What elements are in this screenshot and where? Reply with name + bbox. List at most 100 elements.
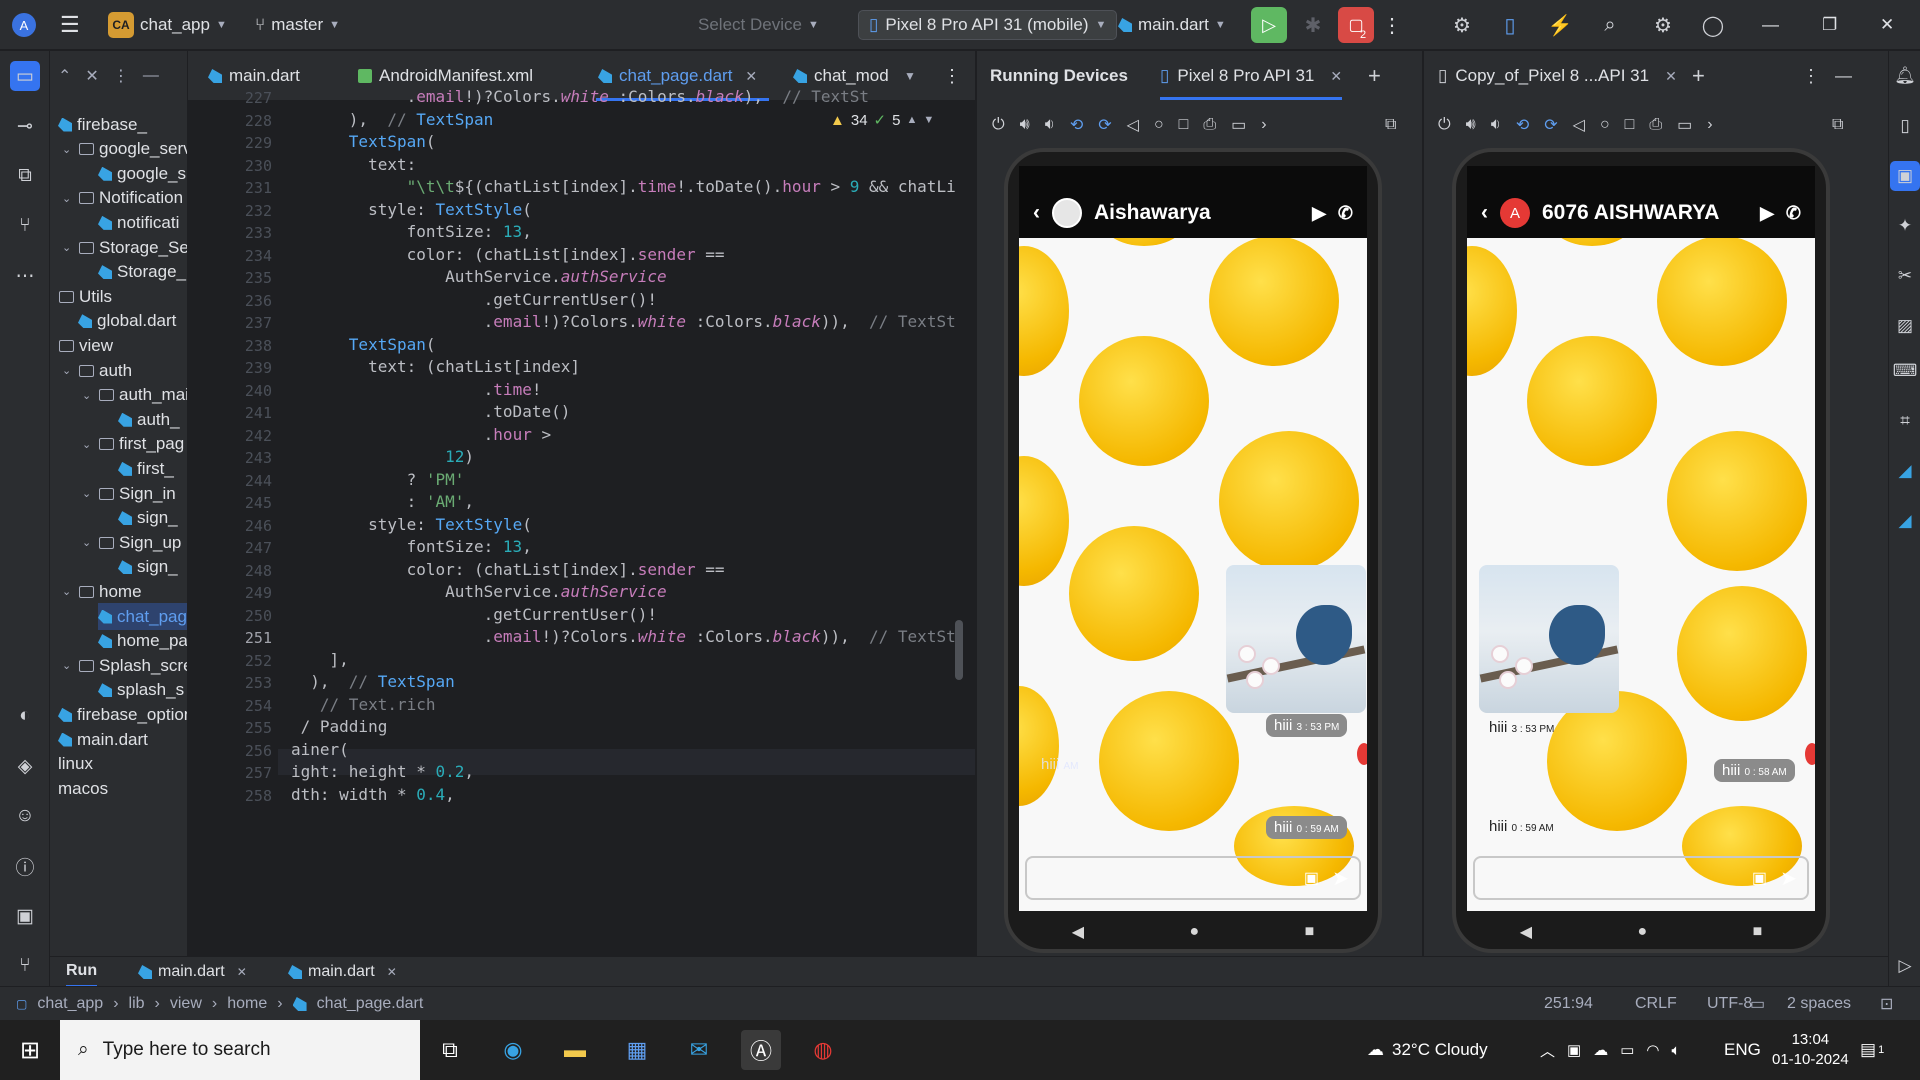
tree-item[interactable]: home_pa	[98, 628, 187, 655]
device-mirror-icon[interactable]: ⧉	[1832, 107, 1843, 143]
language-indicator[interactable]: ENG	[1724, 1020, 1761, 1080]
code-line[interactable]: .time!	[291, 380, 542, 399]
tree-item[interactable]: Storage_	[98, 259, 186, 286]
tree-item[interactable]: splash_s	[98, 677, 184, 704]
search-icon[interactable]: ⌕	[1595, 0, 1625, 50]
tree-item[interactable]: macos	[58, 775, 108, 802]
power-icon[interactable]: ⏻	[992, 116, 1005, 134]
code-line[interactable]: TextSpan(	[291, 335, 436, 354]
volume-up-icon[interactable]: 🔊︎	[1466, 116, 1476, 134]
back-icon[interactable]: ◁	[1573, 115, 1585, 135]
more-icon[interactable]: ›	[1261, 116, 1266, 134]
code-line[interactable]: style: TextStyle(	[291, 515, 532, 534]
code-line[interactable]: ight: height * 0.2,	[291, 762, 474, 781]
editor-scrollbar[interactable]	[955, 620, 963, 680]
gradle-icon[interactable]: ◈	[10, 751, 40, 781]
code-line[interactable]: AuthService.authService	[291, 267, 667, 286]
tree-item[interactable]: ⌄ Sign_in	[82, 480, 176, 507]
tree-item[interactable]: ⌄ google_serv	[62, 136, 187, 163]
breadcrumb-item[interactable]: chat_page.dart	[317, 995, 424, 1013]
code-line[interactable]: text: (chatList[index]	[291, 357, 580, 376]
tree-item[interactable]: main.dart	[58, 726, 148, 753]
layout-inspector-icon[interactable]: ▨	[1890, 311, 1920, 341]
chevron-up-icon[interactable]: ︿	[1540, 1040, 1555, 1061]
expand-chevron-icon[interactable]: ⌄	[62, 364, 74, 377]
phone-screen-1[interactable]: hiii 3 : 53 PM hiii AM hiii 0 : 59 AM ‹ …	[1019, 166, 1367, 911]
chat-bubble-sent[interactable]: hiii 0 : 59 AM	[1266, 816, 1347, 839]
close-tab-icon[interactable]: ✕	[1665, 68, 1677, 85]
phone-call-icon[interactable]: ✆	[1338, 203, 1353, 224]
expand-chevron-icon[interactable]: ⌄	[62, 192, 74, 205]
run-panel-icon[interactable]: ▷	[1890, 951, 1920, 981]
file-explorer-icon[interactable]: ▬	[555, 1030, 595, 1070]
split-divider[interactable]	[1422, 51, 1424, 956]
git-icon[interactable]: ⑂	[10, 951, 40, 981]
nav-back-icon[interactable]: ◀	[1520, 922, 1532, 942]
tools-icon[interactable]: ✂	[1890, 261, 1920, 291]
code-line[interactable]: .email!)?Colors.white :Colors.black)), /…	[291, 312, 956, 331]
run-config-selector[interactable]: main.dart ▼	[1118, 0, 1226, 50]
tree-item[interactable]: chat_pag	[98, 603, 187, 630]
code-line[interactable]: .toDate()	[291, 402, 571, 421]
code-line[interactable]: TextSpan(	[291, 132, 436, 151]
device-mirror-icon[interactable]: ⧉	[1385, 107, 1396, 143]
code-line[interactable]: ), // TextSpan	[291, 110, 494, 129]
expand-chevron-icon[interactable]: ⌄	[62, 143, 74, 156]
home-icon[interactable]: ○	[1154, 116, 1164, 134]
debug-button[interactable]: ✱	[1298, 0, 1328, 50]
tree-item[interactable]: ⌄ auth_mai	[82, 382, 187, 409]
device-manager-icon[interactable]: ▯	[1890, 111, 1920, 141]
device-selector[interactable]: ▯ Pixel 8 Pro API 31 (mobile) ▼	[858, 9, 1118, 41]
flutter-inspector-icon[interactable]: ⚙	[1447, 0, 1477, 50]
run-button[interactable]: ▷	[1251, 0, 1287, 50]
overview-icon[interactable]: □	[1179, 116, 1189, 134]
expand-chevron-icon[interactable]: ⌄	[50, 339, 54, 352]
panel-options-icon[interactable]: ⋮	[1802, 51, 1820, 101]
video-call-icon[interactable]: ▶︎	[1312, 203, 1326, 224]
add-device-icon[interactable]: +	[1368, 51, 1381, 101]
branch-selector[interactable]: ⑂ master ▼	[255, 0, 340, 50]
task-view-icon[interactable]: ⧉	[430, 1030, 470, 1070]
message-input[interactable]: ➤ ▣	[1473, 856, 1809, 900]
expand-chevron-icon[interactable]: ⌄	[62, 659, 74, 672]
tree-item[interactable]: sign_	[118, 554, 178, 581]
expand-chevron-icon[interactable]: ⌄	[82, 487, 94, 500]
onedrive-icon[interactable]: ☁	[1593, 1041, 1608, 1059]
code-line[interactable]: AuthService.authService	[291, 582, 667, 601]
tree-item[interactable]: firebase_	[58, 111, 147, 138]
more-icon[interactable]: ›	[1707, 116, 1712, 134]
windows-start-icon[interactable]: ⊞	[10, 1030, 50, 1070]
options-icon[interactable]: ⋮	[113, 66, 129, 86]
expand-chevron-icon[interactable]: ⌄	[62, 585, 74, 598]
tab-run[interactable]: Run	[66, 957, 98, 987]
tree-item[interactable]: ⌄ Splash_scre	[62, 652, 187, 679]
terminal-icon[interactable]: ▣	[10, 901, 40, 931]
volume-down-icon[interactable]: 🔉︎	[1045, 116, 1055, 134]
code-line[interactable]: ainer(	[291, 740, 349, 759]
message-input[interactable]: ➤ ▣	[1025, 856, 1361, 900]
chat-image-bird[interactable]	[1226, 565, 1366, 713]
battery-icon[interactable]: ▭	[1620, 1041, 1634, 1059]
avatar[interactable]: A	[1500, 198, 1530, 228]
expand-icon[interactable]: ⌃	[58, 66, 71, 86]
overview-icon[interactable]: □	[1625, 116, 1635, 134]
tree-item[interactable]: notificati	[98, 209, 179, 236]
nav-home-icon[interactable]: ●	[1189, 923, 1199, 941]
breadcrumb-item[interactable]: chat_app	[37, 995, 103, 1013]
chat-bubble-received[interactable]: hiii 0 : 59 AM	[1489, 818, 1554, 835]
close-tab-icon[interactable]: ✕	[745, 68, 757, 85]
expand-chevron-icon[interactable]: ⌄	[82, 536, 94, 549]
avatar[interactable]	[1052, 198, 1082, 228]
code-line[interactable]: 12)	[291, 447, 474, 466]
code-line[interactable]: .email!)?Colors.white :Colors.black)), /…	[291, 627, 956, 646]
chat-bubble-received-faded[interactable]: hiii AM	[1041, 756, 1079, 773]
video-call-icon[interactable]: ▶︎	[1760, 203, 1774, 224]
close-tab-icon[interactable]: ✕	[387, 965, 397, 979]
tab-copy-pixel8-device[interactable]: ▯ Copy_of_Pixel 8 ...API 31 ✕	[1438, 51, 1677, 101]
tree-item[interactable]: ⌄ home	[62, 578, 142, 605]
code-line[interactable]: "\t\t${(chatList[index].time!.toDate().h…	[291, 177, 956, 196]
send-icon[interactable]: ➤	[1332, 866, 1349, 891]
notification-center-icon[interactable]: ▤ 1	[1860, 1020, 1884, 1080]
weather-widget[interactable]: ☁ 32°C Cloudy	[1367, 1020, 1488, 1080]
code-line[interactable]: .email!)?Colors.white :Colors.black), //…	[291, 87, 869, 106]
